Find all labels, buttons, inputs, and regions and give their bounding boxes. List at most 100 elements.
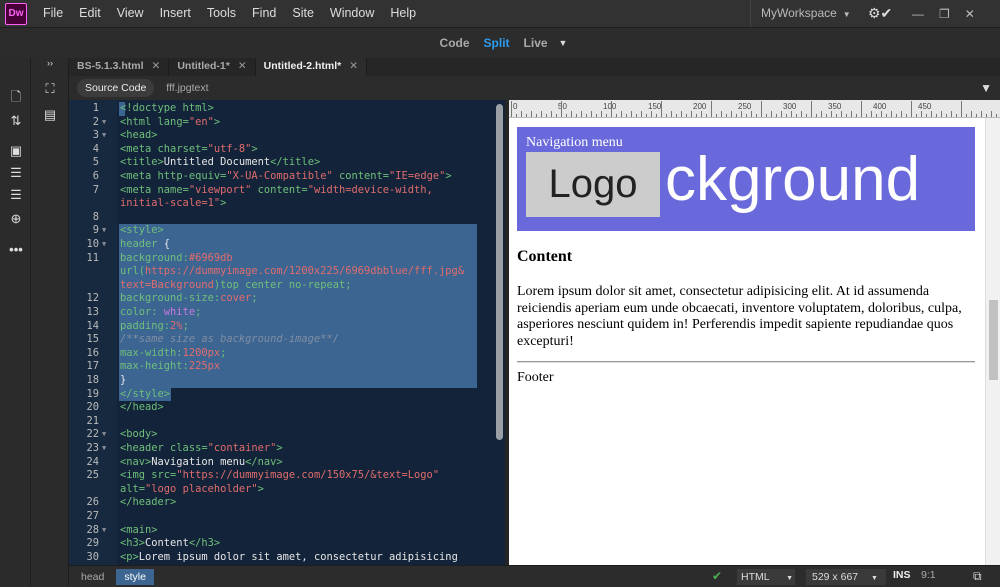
fold-arrow-icon[interactable]: ▼ — [102, 428, 106, 442]
document-tab[interactable]: Untitled-1* ✕ — [169, 58, 256, 76]
properties-icon[interactable]: ▤ — [41, 106, 59, 124]
cursor-position: 9:1 — [921, 569, 936, 581]
menu-tools[interactable]: Tools — [199, 0, 244, 27]
indent-icon[interactable]: ☰ — [7, 186, 25, 204]
menu-find[interactable]: Find — [244, 0, 284, 27]
document-tab[interactable]: BS-5.1.3.html ✕ — [69, 58, 170, 76]
code-token: url( — [120, 265, 146, 278]
code-token: <style> — [120, 224, 164, 237]
tag-selector-style[interactable]: style — [116, 568, 154, 585]
workspace-switcher[interactable]: MyWorkspace ▼ — [750, 0, 851, 27]
line-number: 11 — [86, 251, 99, 264]
live-view-scrollbar[interactable] — [985, 118, 1000, 565]
minimize-icon[interactable]: — — [912, 7, 924, 21]
code-text: <body> — [120, 428, 158, 442]
ruler-tick — [566, 114, 567, 117]
fold-arrow-icon[interactable]: ▼ — [102, 238, 106, 252]
fold-arrow-icon[interactable]: ▼ — [102, 129, 106, 143]
filter-icon[interactable]: ▼ — [980, 81, 992, 95]
format-source-icon[interactable]: ☰ — [7, 164, 25, 182]
code-scrollbar[interactable] — [496, 104, 503, 440]
ruler-tick — [951, 111, 952, 117]
code-token: http-equiv= — [157, 170, 227, 182]
ruler-tick — [571, 111, 572, 117]
line-number: 14 — [86, 319, 99, 332]
menu-help[interactable]: Help — [382, 0, 424, 27]
code-line: 7 <meta name="viewport" content="width=de… — [69, 184, 505, 198]
dom-tree-icon[interactable]: ⛶ — [41, 80, 59, 98]
code-token: "logo placeholder" — [145, 482, 258, 495]
ruler-tick — [706, 114, 707, 117]
live-view-pane[interactable]: 0 50 100 150 200 250 300 350 400 450 ckground Nav… — [509, 100, 1000, 565]
code-token: > — [257, 482, 264, 495]
ruler-tick — [601, 111, 602, 117]
target-icon[interactable]: ⊕ — [7, 210, 25, 228]
menu-window[interactable]: Window — [322, 0, 382, 27]
chevron-down-icon: ▼ — [871, 575, 878, 582]
code-editor[interactable]: 1 <!doctype html> 2 ▼ <html lang="en"> 3 ▼ <hea… — [69, 100, 505, 565]
code-token: > — [276, 442, 283, 454]
line-number: 28 — [86, 523, 99, 536]
code-token: </header> — [120, 496, 177, 509]
logo-placeholder-image[interactable]: Logo — [526, 152, 660, 217]
more-options-icon[interactable]: ••• — [7, 240, 25, 258]
menu-edit[interactable]: Edit — [71, 0, 109, 27]
file-management-icon[interactable]: ⇅ — [7, 112, 25, 130]
scrollbar-thumb[interactable] — [989, 300, 998, 380]
source-code-button[interactable]: Source Code — [77, 79, 155, 97]
close-tab-icon[interactable]: ✕ — [152, 60, 161, 72]
line-number: 19 — [86, 387, 99, 400]
open-document-icon[interactable]: 🗋 — [7, 89, 25, 108]
code-text: <!doctype html> — [120, 102, 214, 116]
code-token: ; — [195, 306, 202, 318]
code-text: </head> — [120, 401, 164, 415]
code-text: text=Background)top center no-repeat; — [120, 279, 351, 293]
code-line: 9 ▼ <style> — [69, 224, 505, 238]
ruler-tick — [701, 111, 702, 117]
code-view-button[interactable]: Code — [433, 36, 477, 50]
menu-site[interactable]: Site — [284, 0, 322, 27]
split-view-button[interactable]: Split — [477, 36, 517, 50]
close-tab-icon[interactable]: ✕ — [238, 60, 247, 72]
code-token: "X-UA-Compatible" — [226, 170, 333, 182]
document-type-select[interactable]: HTML ▼ — [737, 569, 795, 585]
code-line: 28 ▼ <main> — [69, 524, 505, 538]
code-line: 29 <h3>Content</h3> — [69, 537, 505, 551]
line-number: 12 — [86, 292, 99, 305]
expand-panels-icon[interactable]: ›› — [41, 58, 59, 68]
ruler-tick — [531, 111, 532, 117]
restore-icon[interactable]: ❐ — [939, 7, 950, 21]
menu-file[interactable]: File — [35, 0, 71, 27]
ruler-tick — [711, 101, 712, 117]
code-token: text=Background — [120, 278, 214, 291]
code-token: "IE=edge" — [389, 170, 446, 182]
insert-mode-indicator[interactable]: INS — [893, 569, 911, 581]
tab-label: Untitled-2.html* — [263, 60, 342, 72]
close-tab-icon[interactable]: ✕ — [349, 60, 358, 72]
code-token: </style> — [120, 387, 171, 400]
fold-arrow-icon[interactable]: ▼ — [102, 524, 106, 538]
document-tab[interactable]: Untitled-2.html* ✕ — [255, 58, 368, 76]
ruler-tick — [791, 111, 792, 117]
window-size-select[interactable]: 529 x 667 ▼ — [806, 569, 886, 585]
menu-insert[interactable]: Insert — [152, 0, 199, 27]
browser-preview-icon[interactable]: ⧉ — [973, 569, 982, 584]
selection-highlight — [119, 224, 477, 238]
code-token: background-size: — [120, 292, 221, 305]
fold-arrow-icon[interactable]: ▼ — [102, 224, 106, 238]
live-view-button[interactable]: Live — [517, 36, 555, 50]
code-token: <body> — [120, 428, 158, 441]
menu-view[interactable]: View — [109, 0, 152, 27]
preview-header[interactable]: ckground Navigation menu Logo — [517, 127, 975, 231]
fold-arrow-icon[interactable]: ▼ — [102, 442, 106, 456]
close-icon[interactable]: ✕ — [965, 7, 975, 21]
related-file-link[interactable]: fff.jpgtext — [166, 82, 208, 94]
sync-settings-icon[interactable]: ⚙✔ — [868, 5, 892, 22]
ruler-label: 250 — [738, 102, 752, 111]
fold-arrow-icon[interactable]: ▼ — [102, 116, 106, 130]
live-view-dropdown-icon[interactable]: ▼ — [559, 38, 568, 48]
ruler-tick — [766, 114, 767, 117]
code-collapse-icon[interactable]: ▣ — [7, 142, 25, 160]
tag-selector-head[interactable]: head — [73, 569, 112, 585]
ruler-tick — [821, 111, 822, 117]
